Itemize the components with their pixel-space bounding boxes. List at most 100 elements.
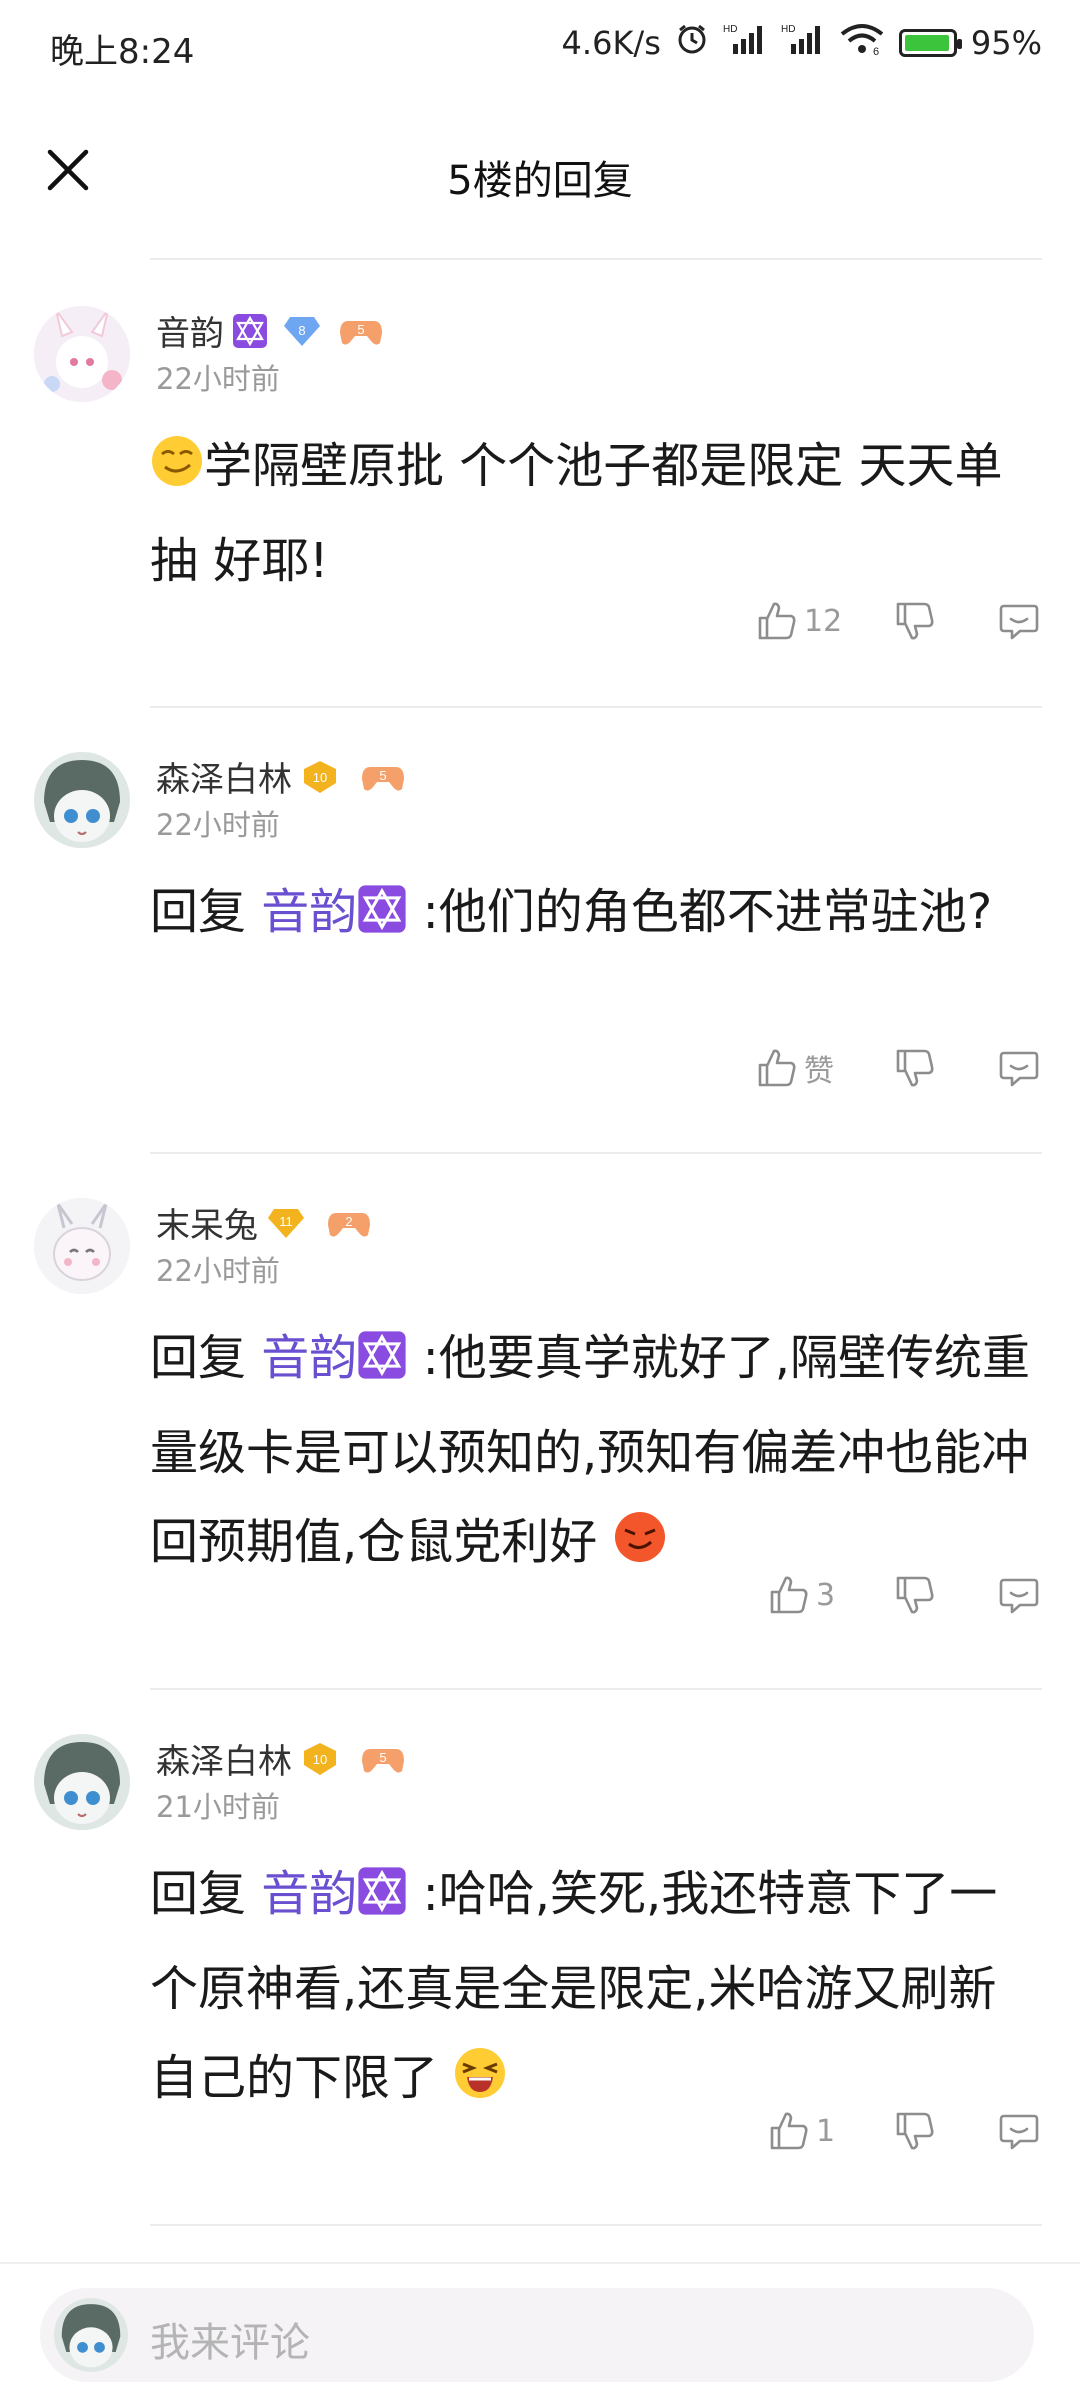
like-button[interactable]: 12 [756, 600, 852, 642]
comment-bubble-icon [999, 2114, 1039, 2150]
status-icons: 4.6K/s HD HD 6 95% [562, 22, 1042, 64]
comment-actions: 赞 [756, 1046, 1040, 1090]
star-of-david-emoji [357, 1320, 407, 1409]
like-count: 12 [804, 603, 843, 639]
thumbs-up-icon [758, 1049, 796, 1087]
comment-placeholder: 我来评论 [150, 2320, 310, 2366]
reply-prefix: 回复 [150, 1330, 247, 1386]
reply-prefix: 回复 [150, 884, 247, 940]
comment-item: 音韵 8 5 22小时前 学隔壁原批 个个池子都是限定 天天单抽 好耶! 12 [0, 262, 1080, 708]
gamepad-badge: 5 [338, 313, 384, 349]
battery-percent: 95% [970, 24, 1042, 62]
game-level-number: 5 [379, 768, 386, 783]
star-of-david-emoji [357, 1856, 407, 1945]
status-bar: 晚上8:24 4.6K/s HD HD 6 95% [0, 0, 1080, 90]
reply-button[interactable] [998, 2110, 1040, 2152]
reply-button[interactable] [998, 1574, 1040, 1616]
laughing-face-emoji [453, 2040, 507, 2129]
level-badge: 10 [300, 759, 340, 795]
game-level-number: 5 [379, 1750, 386, 1765]
alarm-icon [675, 22, 709, 64]
mention-link[interactable]: 音韵 [261, 884, 407, 940]
status-time: 晚上8:24 [50, 32, 195, 72]
smirk-face-emoji [150, 428, 204, 517]
comment-time: 22小时前 [156, 808, 280, 842]
reply-button[interactable] [998, 1047, 1040, 1089]
comment-item: 森泽白林 10 5 21小时前 回复 音韵 :哈哈,笑死,我还特意下了一个原神看… [0, 1690, 1080, 2226]
signal-icon: HD [723, 22, 767, 64]
comment-time: 21小时前 [156, 1790, 280, 1824]
avatar[interactable] [34, 306, 130, 402]
comment-time: 22小时前 [156, 362, 280, 396]
network-speed: 4.6K/s [561, 24, 661, 62]
game-level-number: 5 [357, 322, 364, 337]
mention-link[interactable]: 音韵 [261, 1866, 407, 1922]
comment-bubble-icon [999, 1051, 1039, 1087]
smug-red-face-emoji [613, 1504, 667, 1593]
comment-actions: 3 [768, 1574, 1040, 1616]
level-number: 8 [298, 323, 305, 338]
gamepad-badge: 5 [360, 759, 406, 795]
thumbs-up-icon [758, 602, 796, 640]
mention-name: 音韵 [261, 884, 358, 940]
like-count: 1 [816, 2113, 836, 2149]
username-row: 音韵 8 5 [156, 306, 384, 355]
comment-divider [150, 2224, 1042, 2226]
thumbs-down-icon [896, 602, 934, 640]
header-divider [150, 258, 1042, 260]
level-badge: 10 [300, 1741, 340, 1777]
my-avatar [54, 2298, 128, 2372]
username-row: 森泽白林 10 5 [156, 1734, 406, 1783]
reply-prefix: 回复 [150, 1866, 247, 1922]
mention-link[interactable]: 音韵 [261, 1330, 407, 1386]
thumbs-up-icon [770, 2112, 808, 2150]
battery-icon [898, 29, 962, 57]
wifi-icon: 6 [839, 22, 885, 64]
username[interactable]: 末呆兔 [156, 1198, 258, 1247]
comment-body: 回复 音韵 :哈哈,笑死,我还特意下了一个原神看,还真是全是限定,米哈游又刷新自… [150, 1850, 1040, 2129]
star-of-david-emoji [357, 874, 407, 963]
thumbs-down-icon [896, 2112, 934, 2150]
like-count: 赞 [804, 1054, 834, 1089]
like-button[interactable]: 1 [768, 2110, 852, 2152]
comment-item: 末呆兔 11 2 22小时前 回复 音韵 :他要真学就好了,隔壁传统重量级卡是可… [0, 1154, 1080, 1690]
avatar[interactable] [34, 1198, 130, 1294]
signal-hd-label-2: HD [781, 24, 795, 35]
dislike-button[interactable] [894, 600, 936, 642]
reply-button[interactable] [998, 600, 1040, 642]
comment-actions: 1 [768, 2110, 1040, 2152]
comment-item: 森泽白林 10 5 22小时前 回复 音韵 :他们的角色都不进常驻池? 赞 [0, 708, 1080, 1152]
game-level-number: 2 [345, 1214, 352, 1229]
like-button[interactable]: 赞 [756, 1046, 852, 1090]
username[interactable]: 音韵 [156, 306, 224, 355]
gamepad-badge: 5 [360, 1741, 406, 1777]
header: 5楼的回复 [0, 110, 1080, 230]
avatar[interactable] [34, 1734, 130, 1830]
avatar[interactable] [34, 752, 130, 848]
comment-body: 回复 音韵 :他要真学就好了,隔壁传统重量级卡是可以预知的,预知有偏差冲也能冲回… [150, 1314, 1040, 1593]
username-row: 森泽白林 10 5 [156, 752, 406, 801]
username-row: 末呆兔 11 2 [156, 1198, 372, 1247]
level-number: 10 [313, 1752, 327, 1767]
comment-input[interactable]: 我来评论 [40, 2288, 1034, 2382]
dislike-button[interactable] [894, 1574, 936, 1616]
comment-text: 学隔壁原批 个个池子都是限定 天天单抽 好耶! [150, 438, 1003, 589]
comment-body: 学隔壁原批 个个池子都是限定 天天单抽 好耶! [150, 422, 1040, 606]
gamepad-badge: 2 [326, 1205, 372, 1241]
dislike-button[interactable] [894, 1047, 936, 1089]
dislike-button[interactable] [894, 2110, 936, 2152]
level-number: 10 [313, 770, 327, 785]
username[interactable]: 森泽白林 [156, 1734, 292, 1783]
level-badge: 11 [266, 1205, 306, 1241]
thumbs-down-icon [896, 1049, 934, 1087]
thumbs-down-icon [896, 1576, 934, 1614]
like-button[interactable]: 3 [768, 1574, 852, 1616]
mention-name: 音韵 [261, 1866, 358, 1922]
username[interactable]: 森泽白林 [156, 752, 292, 801]
level-number: 11 [279, 1214, 293, 1229]
comment-bubble-icon [999, 1578, 1039, 1614]
signal-hd-label: HD [723, 24, 737, 35]
like-count: 3 [816, 1577, 836, 1613]
star-of-david-emoji [232, 313, 268, 349]
comment-body: 回复 音韵 :他们的角色都不进常驻池? [150, 868, 1040, 963]
